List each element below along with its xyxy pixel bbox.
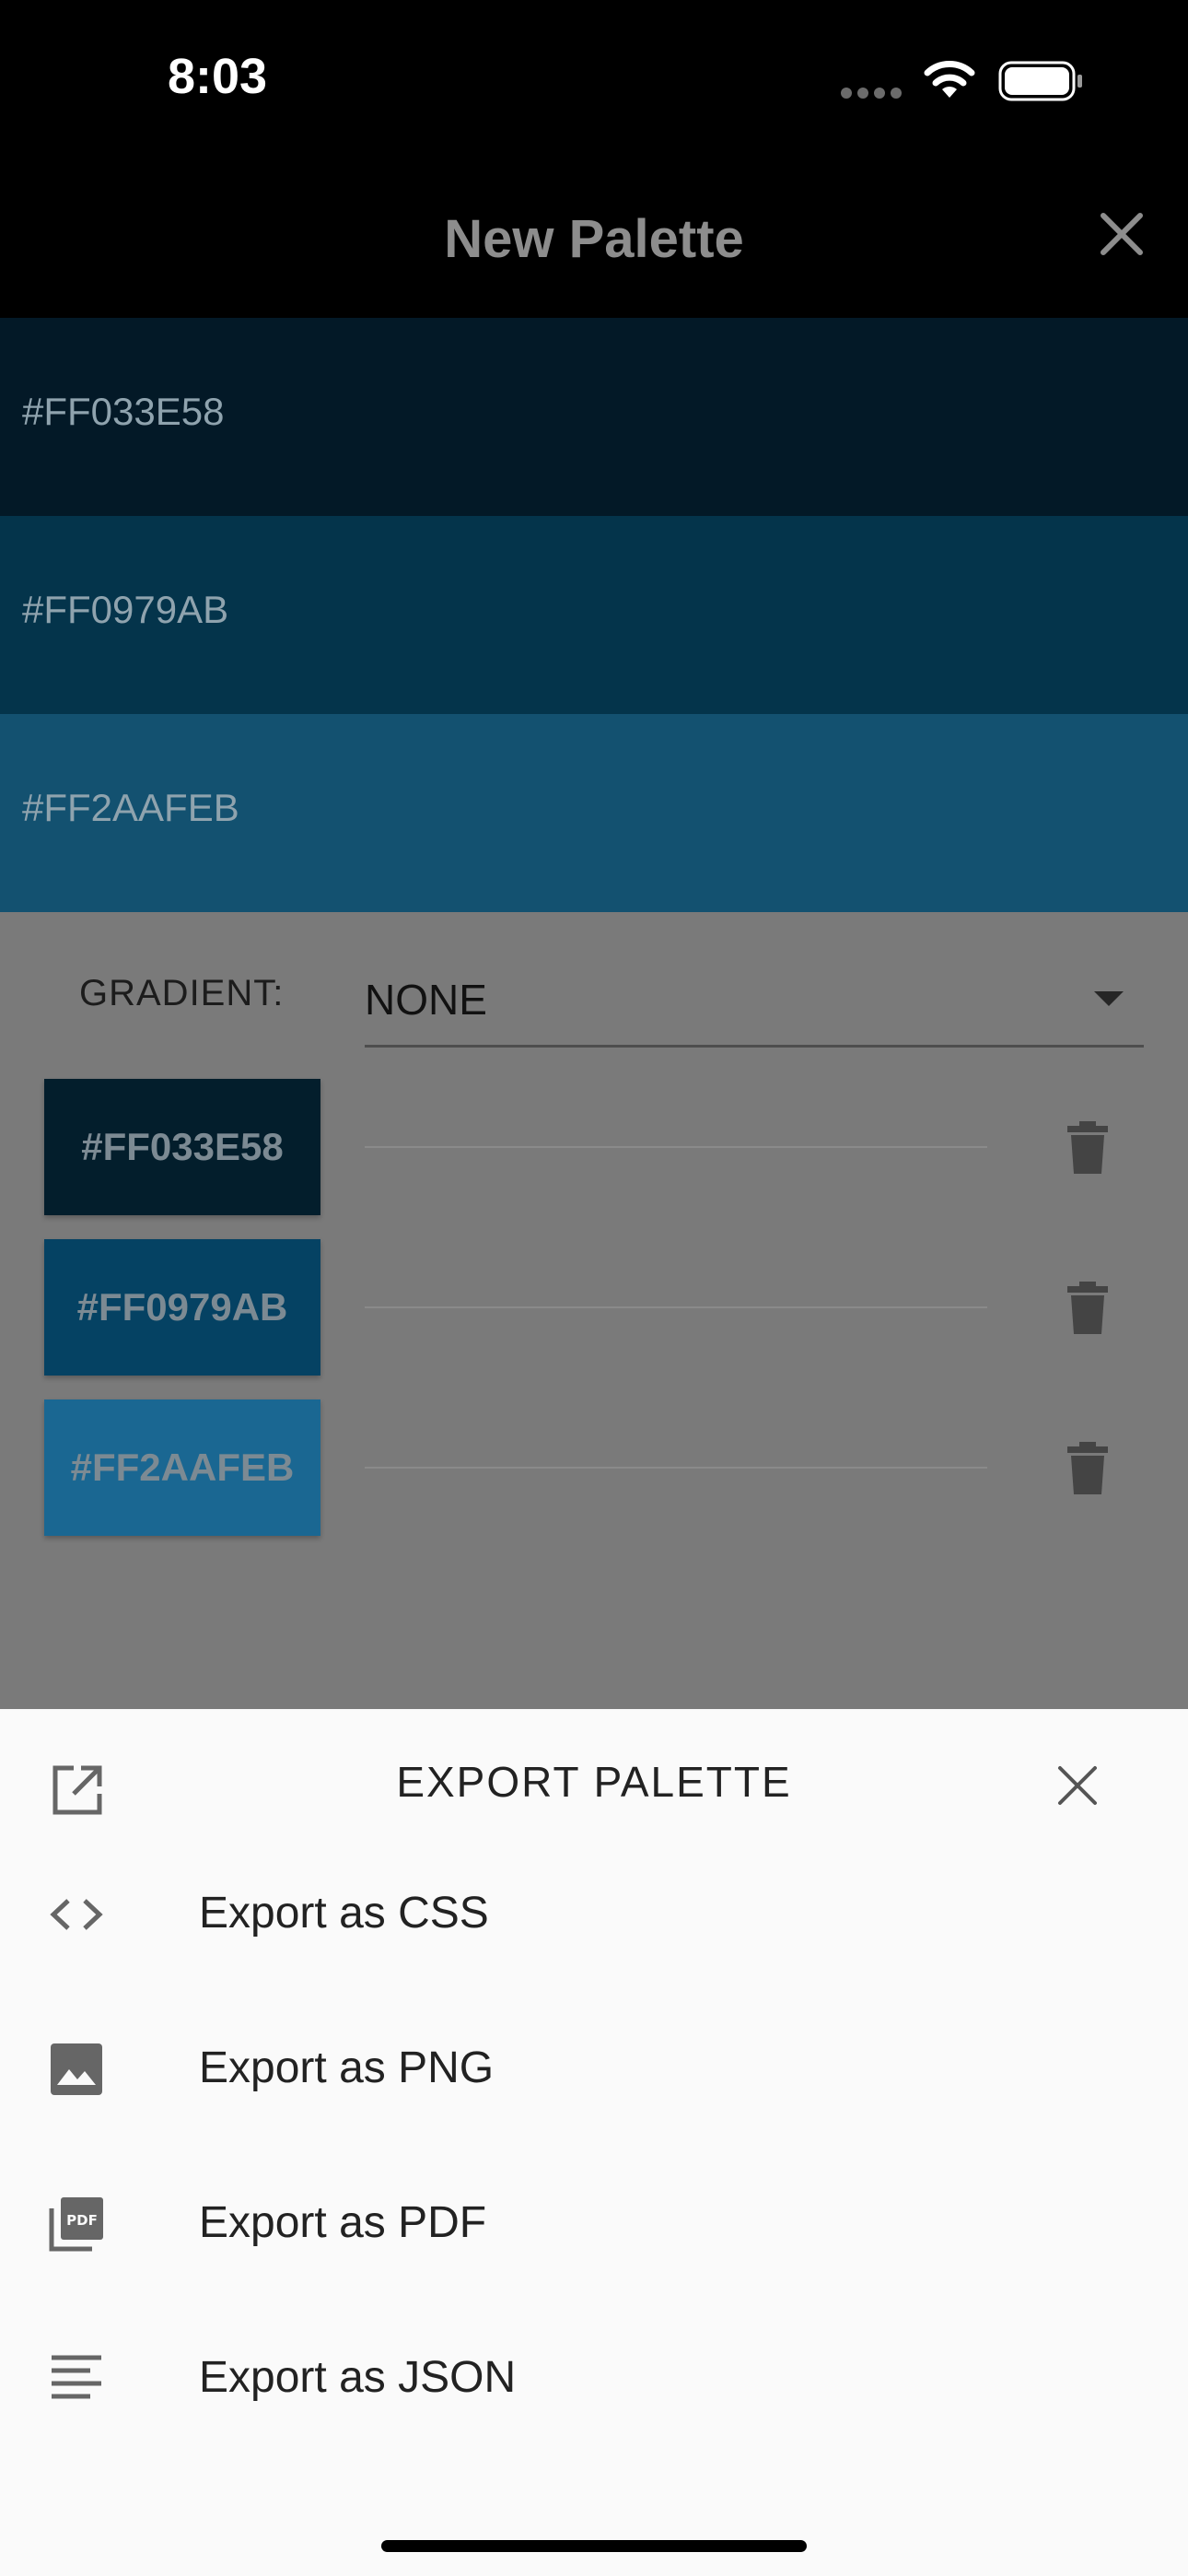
export-json-item[interactable]: Export as JSON: [0, 2301, 1188, 2455]
color-chip[interactable]: #FF2AAFEB: [44, 1399, 320, 1536]
close-icon[interactable]: [1094, 206, 1149, 262]
trash-icon[interactable]: [1065, 1441, 1111, 1496]
pdf-icon: PDF: [49, 2197, 103, 2252]
color-row-divider: [365, 1146, 987, 1148]
export-png-item[interactable]: Export as PNG: [0, 1991, 1188, 2146]
color-chip-hex: #FF033E58: [81, 1125, 284, 1168]
gradient-dropdown[interactable]: NONE: [365, 953, 1144, 1048]
home-indicator: [381, 2540, 807, 2552]
preview-swatch[interactable]: #FF2AAFEB: [0, 714, 1188, 912]
battery-icon: [998, 61, 1082, 101]
gradient-label: GRADIENT:: [79, 973, 285, 1013]
sheet-title: EXPORT PALETTE: [396, 1758, 792, 1806]
palette-editor: GRADIENT: NONE #FF033E58 #FF0979AB #FF2A…: [0, 912, 1188, 1709]
gradient-value: NONE: [365, 976, 487, 1024]
image-icon: [51, 2043, 102, 2095]
trash-icon[interactable]: [1065, 1281, 1111, 1336]
trash-icon[interactable]: [1065, 1120, 1111, 1176]
code-icon: [50, 1899, 103, 1930]
export-item-label: Export as PNG: [199, 2043, 495, 2092]
status-time: 8:03: [168, 49, 268, 104]
app-bar: New Palette: [0, 157, 1188, 318]
export-bottom-sheet: EXPORT PALETTE Export as CSS Export as P…: [0, 1709, 1188, 2576]
color-row-divider: [365, 1467, 987, 1469]
export-css-item[interactable]: Export as CSS: [0, 1836, 1188, 1991]
text-lines-icon: [52, 2355, 101, 2399]
color-chip[interactable]: #FF033E58: [44, 1079, 320, 1215]
wifi-icon: [924, 61, 975, 98]
preview-swatch[interactable]: #FF033E58: [0, 318, 1188, 516]
color-chip[interactable]: #FF0979AB: [44, 1239, 320, 1376]
svg-text:PDF: PDF: [66, 2212, 98, 2229]
swatch-hex: #FF0979AB: [22, 588, 229, 631]
color-chip-hex: #FF0979AB: [76, 1285, 288, 1329]
swatch-hex: #FF2AAFEB: [22, 786, 239, 829]
status-bar: 8:03: [0, 0, 1188, 157]
cellular-signal-icon: [841, 88, 902, 99]
color-chip-hex: #FF2AAFEB: [70, 1446, 295, 1489]
preview-swatch[interactable]: #FF0979AB: [0, 516, 1188, 714]
export-item-label: Export as PDF: [199, 2198, 487, 2247]
export-item-label: Export as JSON: [199, 2353, 517, 2402]
close-icon[interactable]: [1054, 1762, 1101, 1809]
page-title: New Palette: [444, 209, 744, 269]
swatch-hex: #FF033E58: [22, 390, 225, 433]
color-row-divider: [365, 1306, 987, 1308]
dropdown-caret-icon: [1094, 991, 1124, 1006]
export-pdf-item[interactable]: PDF Export as PDF: [0, 2146, 1188, 2301]
export-item-label: Export as CSS: [199, 1889, 489, 1938]
